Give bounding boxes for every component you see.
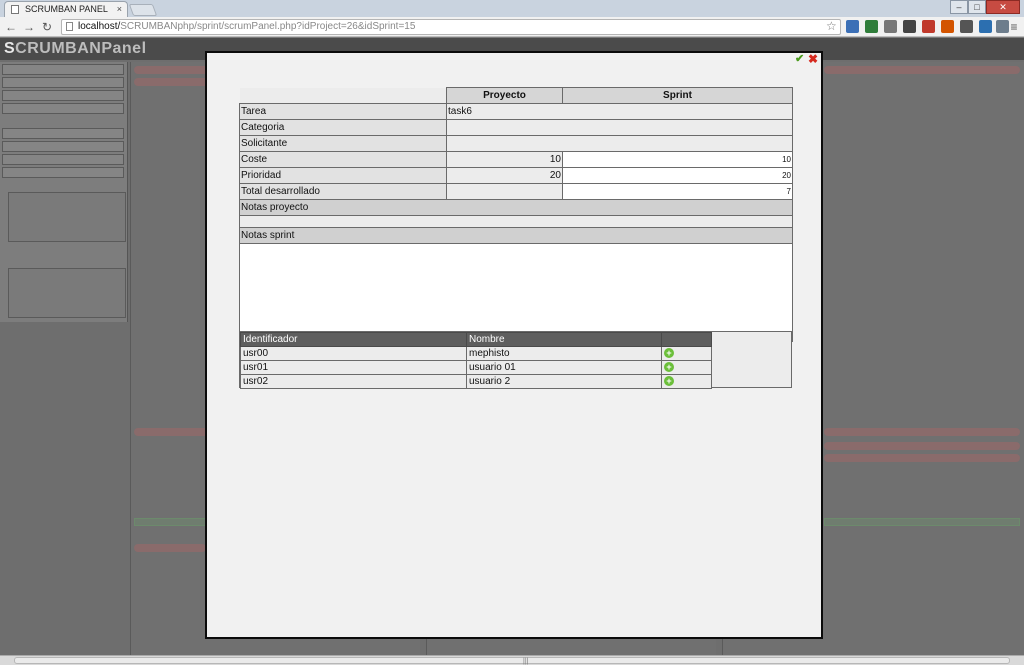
add-user-icon[interactable]: + [664, 362, 674, 373]
extension-icon[interactable] [941, 20, 954, 33]
user-name-cell: mephisto [466, 346, 662, 361]
add-user-cell: + [661, 360, 712, 375]
categoria-label: Categoria [239, 119, 447, 136]
project-column-header: Proyecto [446, 87, 563, 104]
pocket-icon[interactable] [903, 20, 916, 33]
burnup-graph [8, 268, 126, 318]
user-id-cell: usr02 [240, 374, 467, 389]
page-favicon-icon [11, 5, 19, 14]
scrollbar-grip: ||| [523, 658, 529, 665]
reload-icon[interactable]: ↻ [39, 19, 55, 35]
horizontal-scrollbar[interactable]: ||| [0, 655, 1024, 665]
prioridad-label: Prioridad [239, 167, 447, 184]
browser-tab[interactable]: SCRUMBAN PANEL × [4, 1, 128, 17]
coste-project-value: 10 [446, 151, 563, 168]
user-id-cell: usr00 [240, 346, 467, 361]
task-detail-table: Proyecto Sprint Tarea task6 Categoria So… [239, 87, 793, 342]
extension-icon[interactable] [846, 20, 859, 33]
users-table: Identificador Nombre usr00 mephisto + us… [240, 332, 712, 389]
dialog-actions: ✔ ✖ [795, 53, 819, 65]
solicitante-value [446, 135, 793, 152]
total-desarrollado-label: Total desarrollado [239, 183, 447, 200]
prioridad-sprint-input[interactable]: 20 [562, 167, 793, 184]
add-user-icon[interactable]: + [664, 376, 674, 387]
close-window-button[interactable]: ✕ [986, 0, 1020, 14]
task-detail-dialog: ✔ ✖ Proyecto Sprint Tarea task6 Categori… [205, 51, 823, 639]
maximize-button[interactable]: □ [968, 0, 986, 14]
confirm-check-icon[interactable]: ✔ [795, 54, 806, 65]
user-id-cell: usr01 [240, 360, 467, 375]
close-x-icon[interactable]: ✖ [808, 53, 819, 65]
bookmark-star-icon[interactable]: ☆ [826, 19, 837, 33]
solicitante-label: Solicitante [239, 135, 447, 152]
coste-sprint-input[interactable]: 10 [562, 151, 793, 168]
back-arrow-icon[interactable]: ← [3, 19, 19, 35]
prioridad-project-value: 20 [446, 167, 563, 184]
tarea-value: task6 [446, 103, 793, 120]
window-controls: – □ ✕ [950, 0, 1020, 14]
page-icon [66, 22, 73, 31]
url-path: SCRUMBANphp/sprint/scrumPanel.php?idProj… [120, 21, 416, 32]
scrollbar-thumb[interactable]: ||| [14, 657, 1010, 665]
tarea-label: Tarea [239, 103, 447, 120]
sprint-info-panel [0, 62, 128, 322]
notas-sprint-label: Notas sprint [239, 227, 793, 244]
tab-title: SCRUMBAN PANEL [25, 4, 108, 14]
notas-sprint-textarea[interactable] [239, 243, 793, 342]
browser-toolbar: ← → ↻ localhost/SCRUMBANphp/sprint/scrum… [0, 17, 1024, 37]
user-name-cell: usuario 01 [466, 360, 662, 375]
new-tab-button[interactable] [128, 4, 158, 16]
empty-header-cell [239, 87, 447, 104]
minimize-button[interactable]: – [950, 0, 968, 14]
table-row: usr00 mephisto + [240, 346, 712, 361]
table-row: usr01 usuario 01 + [240, 360, 712, 375]
extension-icon[interactable] [922, 20, 935, 33]
address-bar[interactable]: localhost/SCRUMBANphp/sprint/scrumPanel.… [61, 19, 841, 35]
total-desarrollado-project-value [446, 183, 563, 200]
menu-icon[interactable]: ≡ [1006, 19, 1022, 35]
eye-icon[interactable] [884, 20, 897, 33]
burndown-graph [8, 192, 126, 242]
add-user-cell: + [661, 374, 712, 389]
user-name-cell: usuario 2 [466, 374, 662, 389]
add-user-icon[interactable]: + [664, 348, 674, 359]
nombre-column-header: Nombre [466, 332, 662, 347]
users-panel: Identificador Nombre usr00 mephisto + us… [239, 331, 792, 389]
extension-icon[interactable] [979, 20, 992, 33]
tab-close-icon[interactable]: × [117, 2, 122, 16]
app-brand: SCRUMBANPanel [4, 40, 147, 57]
notas-proyecto-value [239, 215, 793, 228]
forward-arrow-icon[interactable]: → [21, 19, 37, 35]
table-row: usr02 usuario 2 + [240, 374, 712, 389]
sprint-column-header: Sprint [562, 87, 793, 104]
extension-icon[interactable] [865, 20, 878, 33]
extension-icon[interactable] [960, 20, 973, 33]
notas-proyecto-label: Notas proyecto [239, 199, 793, 216]
add-user-cell: + [661, 346, 712, 361]
coste-label: Coste [239, 151, 447, 168]
total-desarrollado-sprint-input[interactable]: 7 [562, 183, 793, 200]
identificador-column-header: Identificador [240, 332, 467, 347]
categoria-value [446, 119, 793, 136]
url-host: localhost/ [78, 21, 121, 32]
window-titlebar: SCRUMBAN PANEL × – □ ✕ [0, 0, 1024, 17]
action-column-header [661, 332, 712, 347]
